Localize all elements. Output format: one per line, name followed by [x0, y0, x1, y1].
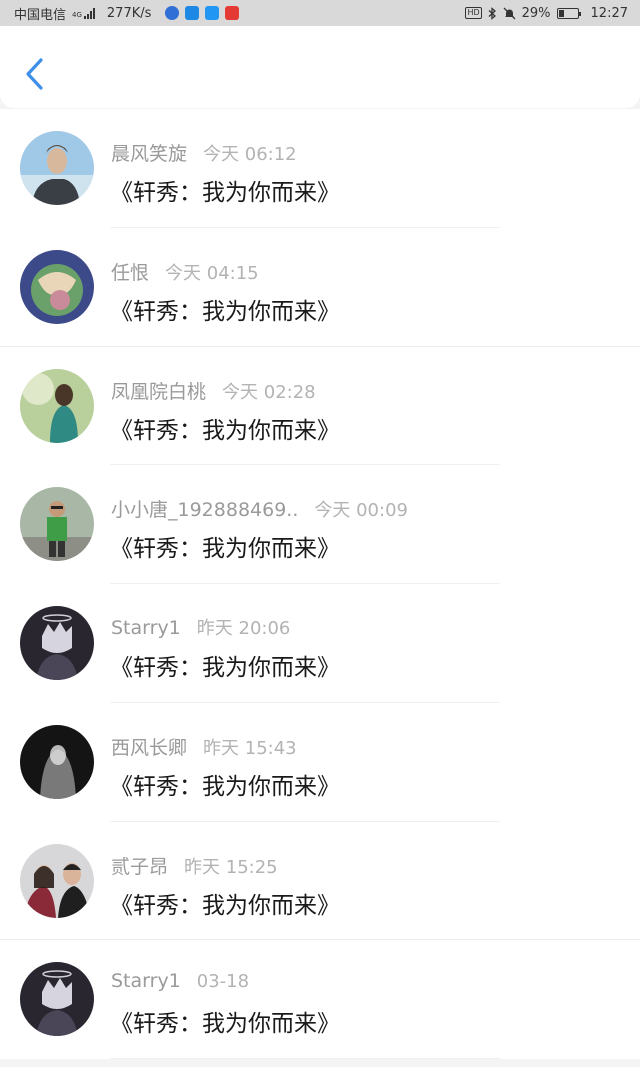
list-item[interactable]: 凤凰院白桃 今天 02:28 《轩秀：我为你而来》 [0, 347, 640, 466]
avatar[interactable] [20, 962, 94, 1037]
comment-text: 《轩秀：我为你而来》 [110, 773, 340, 800]
timestamp: 昨天 15:43 [203, 737, 297, 759]
back-button[interactable] [18, 54, 52, 94]
username[interactable]: Starry1 [111, 617, 181, 639]
avatar[interactable] [20, 724, 94, 799]
list-item[interactable]: Starry1 昨天 20:06 《轩秀：我为你而来》 [0, 584, 640, 703]
timestamp: 昨天 15:25 [184, 856, 278, 878]
timestamp: 今天 00:09 [314, 500, 408, 522]
username[interactable]: 晨风笑旋 [111, 143, 187, 165]
comment-text: 《轩秀：我为你而来》 [110, 655, 340, 681]
mute-bell-icon [503, 7, 516, 19]
username[interactable]: 凤凰院白桃 [111, 381, 206, 403]
list-item[interactable]: 晨风笑旋 今天 06:12 《轩秀：我为你而来》 [0, 109, 640, 228]
clock: 12:27 [590, 5, 628, 21]
timestamp: 今天 04:15 [165, 262, 259, 284]
username[interactable]: 西风长卿 [111, 737, 187, 759]
comment-meta: 西风长卿 昨天 15:43 [111, 733, 297, 760]
bluetooth-icon [488, 6, 496, 20]
comment-meta: Starry1 昨天 20:06 [111, 614, 290, 640]
battery-percent: 29% [521, 5, 551, 21]
avatar[interactable] [20, 487, 94, 562]
avatar[interactable] [20, 606, 94, 680]
comment-meta: 贰子昂 昨天 15:25 [111, 852, 278, 879]
comment-meta: 凤凰院白桃 今天 02:28 [111, 377, 316, 404]
status-left: 中国电信 4G 277K/s [14, 4, 240, 23]
avatar[interactable] [20, 131, 94, 205]
timestamp: 昨天 20:06 [196, 618, 291, 639]
list-item[interactable]: Starry1 03-18 《轩秀：我为你而来》 [0, 940, 640, 1059]
comment-meta: Starry1 03-18 [111, 970, 249, 992]
comment-text: 《轩秀：我为你而来》 [110, 892, 340, 919]
comment-text: 《轩秀：我为你而来》 [110, 417, 340, 444]
comment-meta: 小小唐_192888469.. 今天 00:09 [111, 495, 408, 522]
comment-meta: 任恨 今天 04:15 [111, 258, 259, 285]
network-type-label: 4G [72, 10, 82, 19]
speed-label: 277K/s [106, 5, 152, 21]
video-app-icon [185, 6, 200, 20]
comment-text: 《轩秀：我为你而来》 [110, 1011, 340, 1038]
status-bar: 中国电信 4G 277K/s HD 29% 12:27 [0, 0, 640, 26]
comment-text: 《轩秀：我为你而来》 [110, 298, 340, 325]
comment-text: 《轩秀：我为你而来》 [110, 536, 340, 563]
carrier-label: 中国电信 [14, 7, 67, 23]
chevron-left-icon [26, 58, 43, 90]
username[interactable]: Starry1 [111, 970, 181, 992]
search-app-icon [205, 6, 220, 20]
avatar[interactable] [20, 249, 94, 324]
avatar[interactable] [20, 843, 94, 918]
shield-app-icon [165, 6, 180, 20]
username[interactable]: 任恨 [111, 262, 149, 284]
timestamp: 今天 06:12 [203, 144, 297, 165]
battery-icon [556, 7, 581, 19]
list-item[interactable]: 小小唐_192888469.. 今天 00:09 《轩秀：我为你而来》 [0, 465, 640, 584]
timestamp: 03-18 [196, 971, 250, 993]
status-right: HD 29% 12:27 [465, 6, 628, 21]
comment-meta: 晨风笑旋 今天 06:12 [111, 139, 297, 166]
signal-icon: 4G [72, 7, 95, 19]
list-item[interactable]: 任恨 今天 04:15 《轩秀：我为你而来》 [0, 228, 640, 347]
timestamp: 今天 02:28 [222, 381, 316, 403]
red-app-icon [225, 6, 240, 20]
username[interactable]: 贰子昂 [111, 856, 168, 878]
comment-text: 《轩秀：我为你而来》 [110, 180, 340, 206]
top-nav-bar [0, 26, 640, 108]
list-item[interactable]: 贰子昂 昨天 15:25 《轩秀：我为你而来》 [0, 822, 640, 941]
hd-icon: HD [465, 7, 482, 19]
comment-list: 晨风笑旋 今天 06:12 《轩秀：我为你而来》 任恨 今天 04:15 《轩秀：我… [0, 109, 640, 1059]
avatar[interactable] [20, 368, 94, 443]
list-item[interactable]: 西风长卿 昨天 15:43 《轩秀：我为你而来》 [0, 703, 640, 822]
username[interactable]: 小小唐_192888469.. [111, 499, 298, 521]
